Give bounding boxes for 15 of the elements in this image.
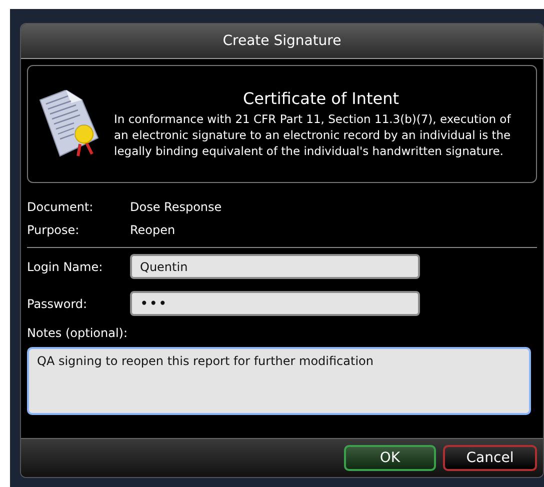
info-label: Document:: [27, 200, 94, 214]
field-label: Login Name:: [27, 260, 104, 274]
ok-button[interactable]: OK: [344, 445, 436, 471]
field-label: Password:: [27, 296, 88, 310]
info-label: Purpose:: [27, 223, 80, 237]
certificate-statement: In conformance with 21 CFR Part 11, Section 11.3(b)(7), execution of an electronic signature to an electronic record by an individual is the legally binding equivalent of the individual's handwritten signature.: [114, 111, 512, 159]
window-title: Create Signature: [222, 33, 342, 49]
notes-field[interactable]: QA signing to reopen this report for further modification: [27, 347, 531, 415]
input-field[interactable]: Quentin: [130, 254, 420, 279]
cancel-button[interactable]: Cancel: [443, 445, 537, 471]
info-value: Reopen: [130, 223, 176, 237]
notes-label: Notes (optional):: [27, 326, 129, 340]
input-field[interactable]: •••: [130, 291, 420, 316]
certificate-title: Certificate of Intent: [242, 89, 400, 108]
info-value: Dose Response: [130, 200, 222, 214]
